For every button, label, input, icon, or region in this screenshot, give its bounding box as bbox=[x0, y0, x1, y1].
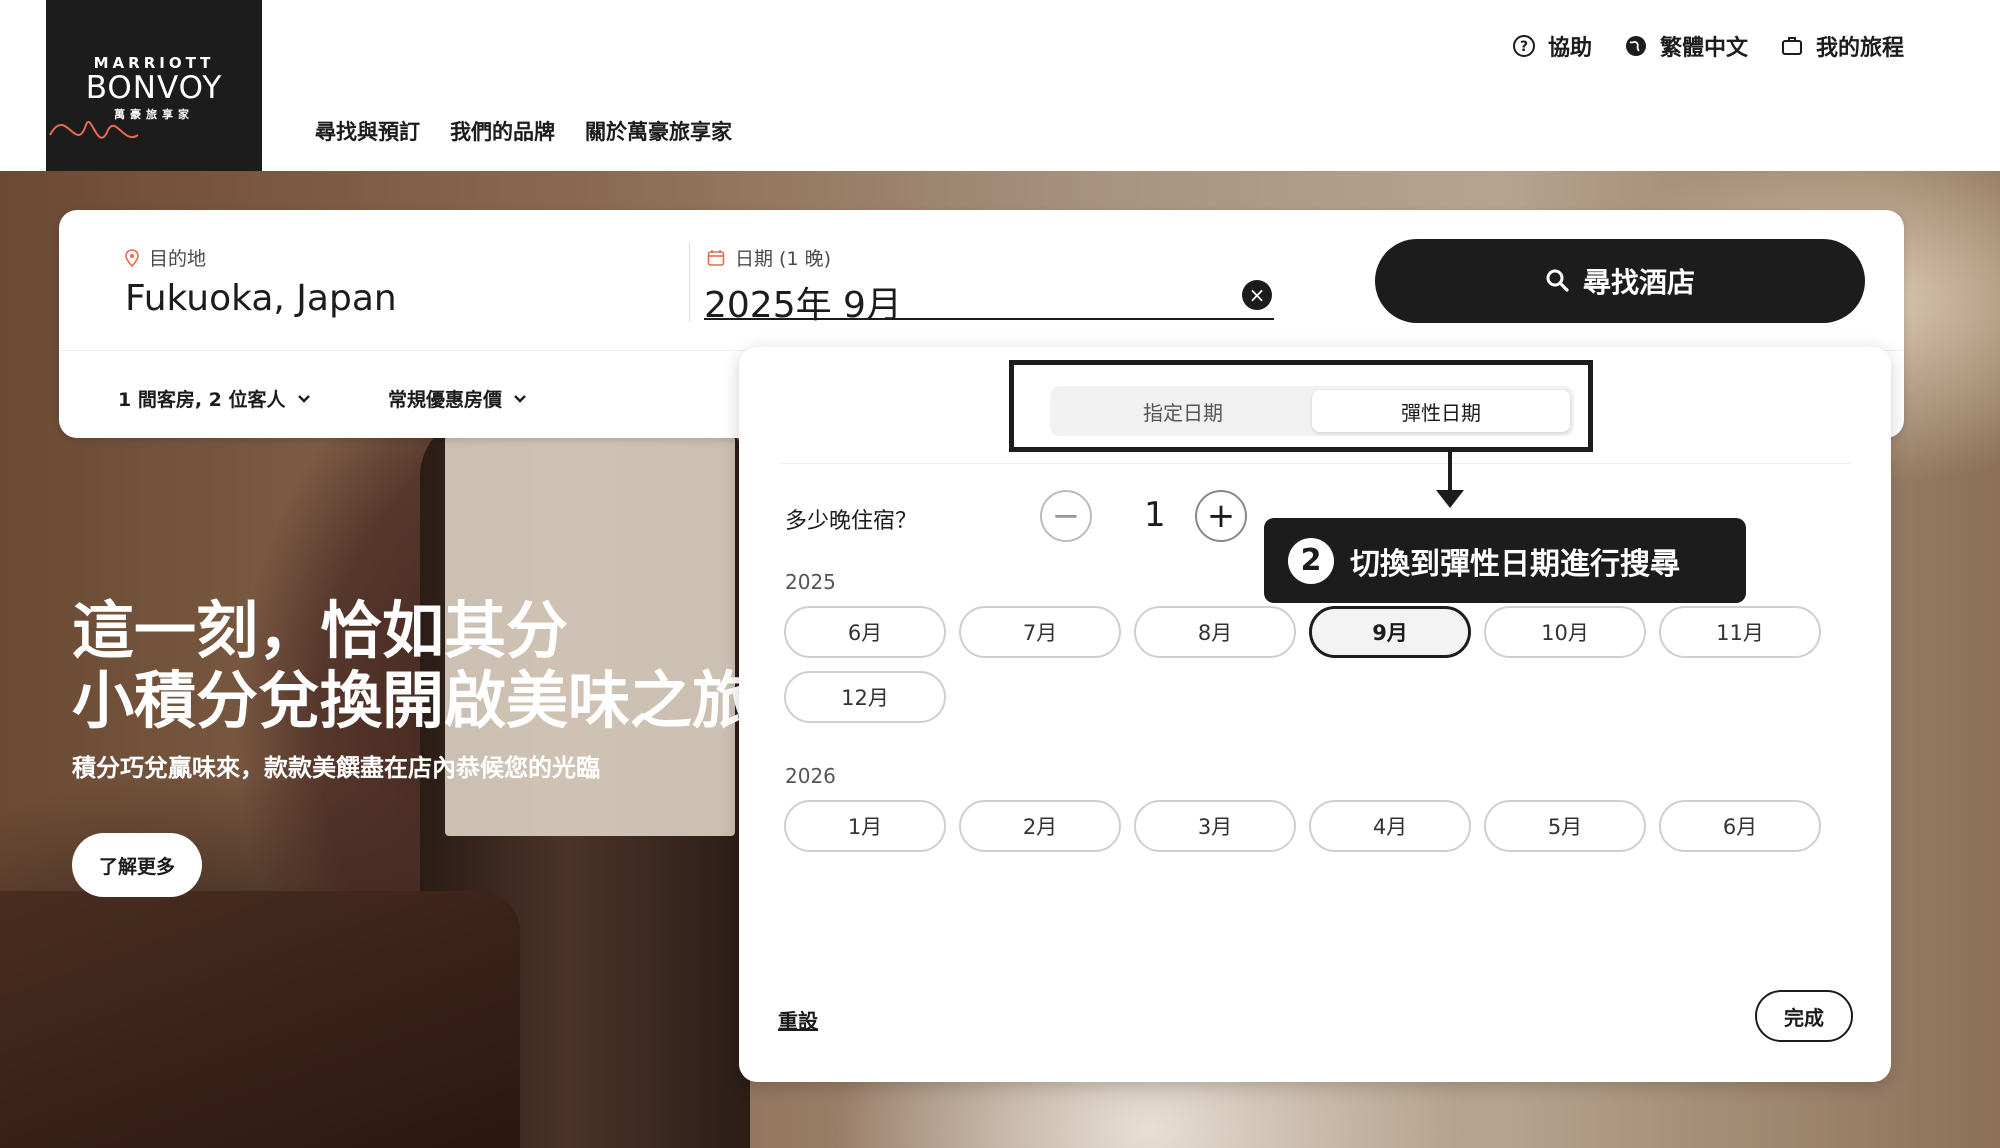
nights-increment-button[interactable]: + bbox=[1195, 490, 1247, 542]
month-chip[interactable]: 1月 bbox=[784, 800, 946, 852]
globe-icon bbox=[1625, 36, 1646, 56]
annotation-arrow-line bbox=[1448, 452, 1452, 492]
month-chip[interactable]: 8月 bbox=[1134, 606, 1296, 658]
clear-icon: × bbox=[1248, 283, 1266, 307]
year-label-2026: 2026 bbox=[785, 764, 836, 788]
month-chip[interactable]: 6月 bbox=[1659, 800, 1821, 852]
destination-input[interactable]: Fukuoka, Japan bbox=[125, 278, 397, 319]
suitcase-icon bbox=[1781, 37, 1802, 55]
find-hotels-button[interactable]: 尋找酒店 bbox=[1375, 239, 1865, 323]
hero-subtitle: 積分巧兌贏味來，款款美饌盡在店內恭候您的光臨 bbox=[72, 754, 600, 782]
annotation-arrow-head-icon bbox=[1436, 490, 1464, 508]
svg-text:?: ? bbox=[1520, 39, 1528, 55]
year-label-2025: 2025 bbox=[785, 570, 836, 594]
chevron-down-icon bbox=[297, 394, 310, 403]
annotation-step-number: 2 bbox=[1288, 537, 1334, 584]
rooms-guests-dropdown[interactable]: 1 間客房, 2 位客人 bbox=[118, 385, 312, 412]
date-value-text: 2025年 9月 bbox=[704, 285, 902, 326]
chocolate-cake-image bbox=[0, 891, 520, 1148]
search-icon bbox=[1546, 269, 1569, 292]
main-nav: 尋找與預訂 我們的品牌 關於萬豪旅享家 bbox=[315, 116, 732, 146]
utility-nav: ? 協助 繁體中文 我的旅程 bbox=[1512, 30, 1904, 62]
learn-more-button[interactable]: 了解更多 bbox=[72, 833, 202, 897]
month-chip[interactable]: 2月 bbox=[959, 800, 1121, 852]
reset-link[interactable]: 重設 bbox=[778, 1005, 818, 1034]
done-button[interactable]: 完成 bbox=[1755, 990, 1853, 1042]
month-chip[interactable]: 12月 bbox=[784, 671, 946, 723]
nav-our-brands[interactable]: 我們的品牌 bbox=[450, 116, 555, 146]
clear-date-button[interactable]: × bbox=[1242, 280, 1272, 310]
month-chip[interactable]: 5月 bbox=[1484, 800, 1646, 852]
month-chip[interactable]: 6月 bbox=[784, 606, 946, 658]
annotation-highlight-box bbox=[1009, 360, 1593, 452]
popup-divider bbox=[779, 463, 1851, 464]
hero-copy: 這一刻，恰如其分 小積分兌換開啟美味之旅 積分巧兌贏味來，款款美饌盡在店內恭候您… bbox=[72, 596, 754, 783]
month-chip[interactable]: 10月 bbox=[1484, 606, 1646, 658]
language-label: 繁體中文 bbox=[1659, 36, 1748, 61]
rate-label: 常規優惠房價 bbox=[388, 389, 503, 411]
date-label: 日期 (1 晚) bbox=[707, 244, 831, 271]
nights-value: 1 bbox=[1144, 495, 1166, 535]
month-chip[interactable]: 3月 bbox=[1134, 800, 1296, 852]
trips-label: 我的旅程 bbox=[1815, 36, 1904, 61]
date-input[interactable]: 2025年 9月 × bbox=[704, 276, 1274, 326]
nights-label: 多少晚住宿？ bbox=[785, 509, 918, 534]
destination-label-text: 目的地 bbox=[149, 248, 207, 270]
rooms-guests-label: 1 間客房, 2 位客人 bbox=[118, 389, 286, 411]
chevron-down-icon bbox=[514, 394, 526, 403]
nav-find-and-book[interactable]: 尋找與預訂 bbox=[315, 116, 420, 146]
date-label-text: 日期 (1 晚) bbox=[735, 248, 831, 270]
my-trips-link[interactable]: 我的旅程 bbox=[1780, 30, 1904, 62]
annotation-text: 切換到彈性日期進行搜尋 bbox=[1350, 546, 1680, 582]
site-header: MARRIOTT BONVOY 萬豪旅享家 尋找與預訂 我們的品牌 關於萬豪旅享… bbox=[0, 0, 2000, 171]
help-label: 協助 bbox=[1547, 36, 1592, 61]
plus-icon: + bbox=[1206, 496, 1236, 536]
nav-about-bonvoy[interactable]: 關於萬豪旅享家 bbox=[585, 116, 732, 146]
nights-decrement-button[interactable]: − bbox=[1040, 490, 1092, 542]
help-link[interactable]: ? 協助 bbox=[1512, 30, 1592, 62]
month-chip-selected[interactable]: 9月 bbox=[1309, 606, 1471, 658]
marriott-bonvoy-logo[interactable]: MARRIOTT BONVOY 萬豪旅享家 bbox=[46, 0, 262, 171]
flexible-date-picker: 指定日期 彈性日期 多少晚住宿？ − 1 + 2025 6月 7月 8月 9月 … bbox=[739, 347, 1891, 1082]
field-divider bbox=[689, 242, 690, 322]
month-chip[interactable]: 11月 bbox=[1659, 606, 1821, 658]
minus-icon: − bbox=[1051, 496, 1081, 536]
location-pin-icon bbox=[125, 248, 139, 267]
hero-title-line2: 小積分兌換開啟美味之旅 bbox=[72, 664, 755, 737]
logo-signature-icon bbox=[49, 121, 139, 139]
month-chip[interactable]: 4月 bbox=[1309, 800, 1471, 852]
calendar-icon bbox=[707, 249, 725, 266]
language-selector[interactable]: 繁體中文 bbox=[1624, 30, 1748, 62]
help-icon: ? bbox=[1512, 35, 1535, 57]
find-hotels-label: 尋找酒店 bbox=[1582, 266, 1695, 299]
hero-title-line1: 這一刻，恰如其分 bbox=[72, 594, 569, 667]
annotation-callout: 2 切換到彈性日期進行搜尋 bbox=[1264, 518, 1746, 603]
rate-dropdown[interactable]: 常規優惠房價 bbox=[388, 385, 528, 412]
destination-label: 目的地 bbox=[125, 244, 206, 271]
month-chip[interactable]: 7月 bbox=[959, 606, 1121, 658]
